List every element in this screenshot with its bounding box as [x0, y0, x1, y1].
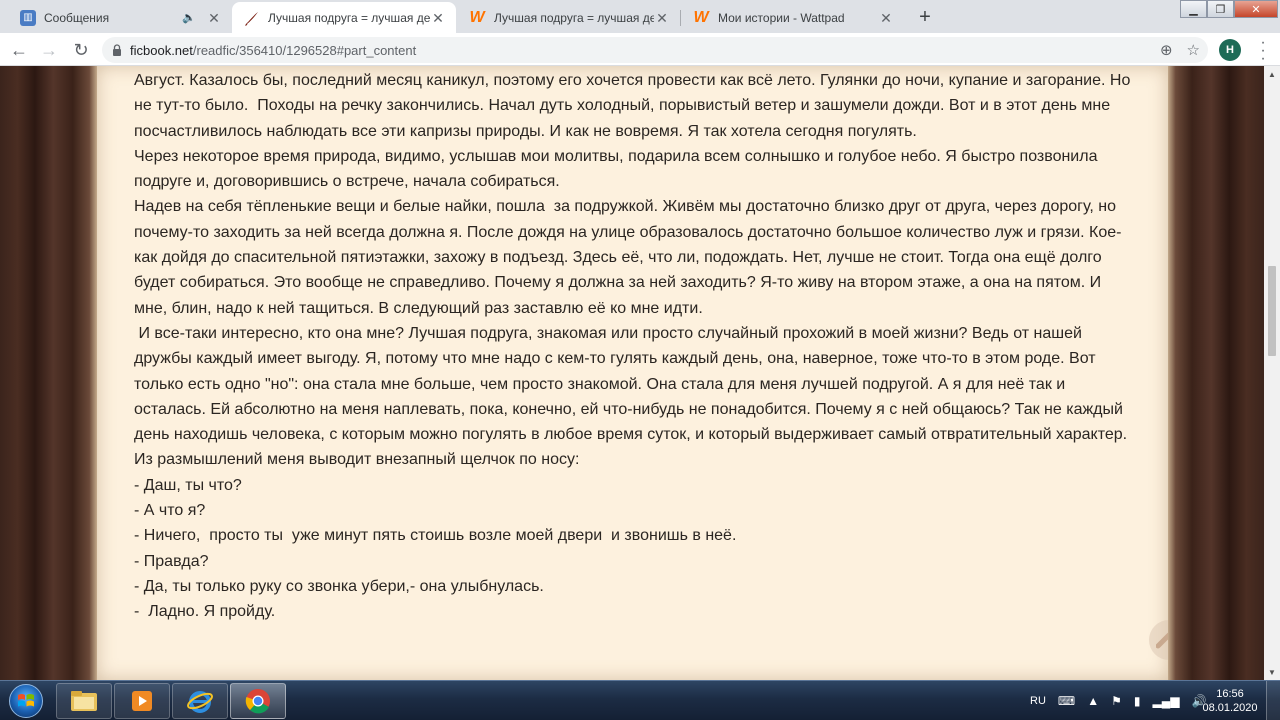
story-paper: Август. Казалось бы, последний месяц кан… — [97, 66, 1189, 680]
window-controls: ▁ ❐ ✕ — [1180, 0, 1278, 20]
chrome-taskbar-button[interactable] — [230, 683, 286, 719]
close-window-button[interactable]: ✕ — [1234, 0, 1278, 18]
windows-logo-icon — [9, 684, 43, 718]
story-paragraph: Август. Казалось бы, последний месяц кан… — [134, 72, 1135, 140]
close-tab-icon[interactable]: ✕ — [878, 10, 894, 26]
folder-icon — [71, 691, 97, 711]
close-tab-icon[interactable]: ✕ — [206, 10, 222, 26]
show-desktop-button[interactable] — [1266, 681, 1280, 720]
language-indicator[interactable]: RU — [1030, 695, 1046, 707]
clock-time: 16:56 — [1216, 688, 1244, 700]
clock-date: 08.01.2020 — [1202, 702, 1258, 714]
dialogue-line: - Да, ты только руку со звонка убери,- о… — [134, 577, 544, 595]
dialogue-line: - А что я? — [134, 502, 206, 520]
add-to-home-icon[interactable]: ⊕ — [1160, 41, 1173, 59]
close-tab-icon[interactable]: ✕ — [430, 10, 446, 26]
explorer-taskbar-button[interactable] — [56, 683, 112, 719]
scroll-down-arrow-icon[interactable]: ▼ — [1264, 664, 1280, 680]
tab-wattpad-story[interactable]: W Лучшая подруга = лучшая девуш ✕ — [456, 2, 680, 33]
new-tab-button[interactable]: + — [912, 4, 938, 30]
battery-icon[interactable]: ▮ — [1134, 694, 1141, 708]
dialogue-line: - Ладно. Я пройду. — [134, 603, 276, 621]
page-scrollbar[interactable]: ▲ ▼ — [1264, 66, 1280, 680]
media-player-taskbar-button[interactable] — [114, 683, 170, 719]
scrollbar-thumb[interactable] — [1268, 266, 1276, 356]
browser-toolbar: ← → ↻ ficbook.net/readfic/356410/1296528… — [0, 33, 1280, 67]
media-player-icon — [132, 691, 152, 711]
wattpad-favicon-icon: W — [693, 8, 709, 26]
minimize-icon: ▁ — [1189, 3, 1198, 16]
tab-title: Сообщения — [44, 10, 110, 25]
url-path: /readfic/356410/1296528#part_content — [192, 42, 417, 58]
start-button[interactable] — [4, 682, 48, 720]
minimize-button[interactable]: ▁ — [1180, 0, 1207, 18]
url-host: ficbook.net — [130, 42, 193, 58]
ficbook-favicon-icon — [245, 11, 258, 26]
arrow-right-icon: → — [40, 39, 58, 60]
plus-icon: + — [919, 5, 931, 28]
address-icons: ⊕ ☆ — [1160, 41, 1200, 59]
maximize-button[interactable]: ❐ — [1207, 0, 1234, 18]
tab-title: Лучшая подруга = лучшая девуш — [494, 10, 654, 25]
forward-button[interactable]: → — [36, 37, 62, 63]
tab-wattpad-my-stories[interactable]: W Мои истории - Wattpad ✕ — [680, 2, 904, 33]
tab-strip: ▥ Сообщения 🔈 ✕ Лучшая подруга = лучшая … — [0, 0, 1280, 33]
tab-title: Лучшая подруга = лучшая девуш — [268, 10, 430, 25]
close-icon: ✕ — [1251, 3, 1261, 16]
tab-ficbook-active[interactable]: Лучшая подруга = лучшая девуш ✕ — [232, 2, 456, 33]
menu-kebab-icon[interactable]: · · · — [1258, 35, 1268, 67]
restore-icon: ❐ — [1215, 3, 1226, 16]
story-paragraph: Через некоторое время природа, видимо, у… — [134, 147, 1102, 191]
address-bar[interactable]: ficbook.net/readfic/356410/1296528#part_… — [102, 37, 1208, 63]
signal-icon[interactable]: ▂▄▆ — [1152, 694, 1179, 708]
ie-taskbar-button[interactable] — [172, 683, 228, 719]
page-viewport: Август. Казалось бы, последний месяц кан… — [0, 66, 1280, 680]
dialogue-line: - Даш, ты что? — [134, 476, 242, 494]
chrome-icon — [245, 689, 270, 714]
flag-icon[interactable]: ⚑ — [1111, 694, 1122, 708]
windows-taskbar: RU ⌨ ▲ ⚑ ▮ ▂▄▆ 🔊 16:56 08.01.2020 — [0, 680, 1280, 720]
internet-explorer-icon — [187, 691, 213, 713]
profile-avatar[interactable]: H — [1219, 39, 1241, 61]
dialogue-line: - Ничего, просто ты уже минут пять стоиш… — [134, 527, 737, 545]
tray-expand-icon[interactable]: ▲ — [1087, 694, 1099, 708]
tab-title: Мои истории - Wattpad — [718, 10, 845, 25]
story-paragraph: Из размышлений меня выводит внезапный ще… — [134, 451, 580, 469]
taskbar-clock[interactable]: 16:56 08.01.2020 — [1200, 687, 1260, 715]
messages-favicon-icon: ▥ — [20, 9, 36, 26]
speaker-icon[interactable]: 🔈 — [182, 11, 196, 24]
url-text: ficbook.net/readfic/356410/1296528#part_… — [130, 43, 416, 58]
tab-messages[interactable]: ▥ Сообщения 🔈 ✕ — [8, 2, 232, 33]
reload-button[interactable]: ↻ — [68, 37, 94, 63]
back-button[interactable]: ← — [6, 37, 32, 63]
story-text: Август. Казалось бы, последний месяц кан… — [134, 68, 1134, 625]
bookmark-star-icon[interactable]: ☆ — [1187, 41, 1200, 59]
scroll-up-arrow-icon[interactable]: ▲ — [1264, 66, 1280, 82]
arrow-left-icon: ← — [10, 39, 28, 60]
keyboard-icon[interactable]: ⌨ — [1058, 694, 1075, 708]
lock-icon — [113, 44, 121, 56]
system-tray: RU ⌨ ▲ ⚑ ▮ ▂▄▆ 🔊 — [1030, 681, 1206, 720]
dialogue-line: - Правда? — [134, 552, 209, 570]
story-paragraph: Надев на себя тёпленькие вещи и белые на… — [134, 198, 1125, 317]
wood-border-left — [0, 66, 97, 680]
close-tab-icon[interactable]: ✕ — [654, 10, 670, 26]
wood-border-right — [1168, 66, 1264, 680]
story-paragraph: И все-таки интересно, кто она мне? Лучша… — [134, 324, 1128, 444]
reload-icon: ↻ — [73, 39, 89, 60]
wattpad-favicon-icon: W — [469, 8, 485, 26]
